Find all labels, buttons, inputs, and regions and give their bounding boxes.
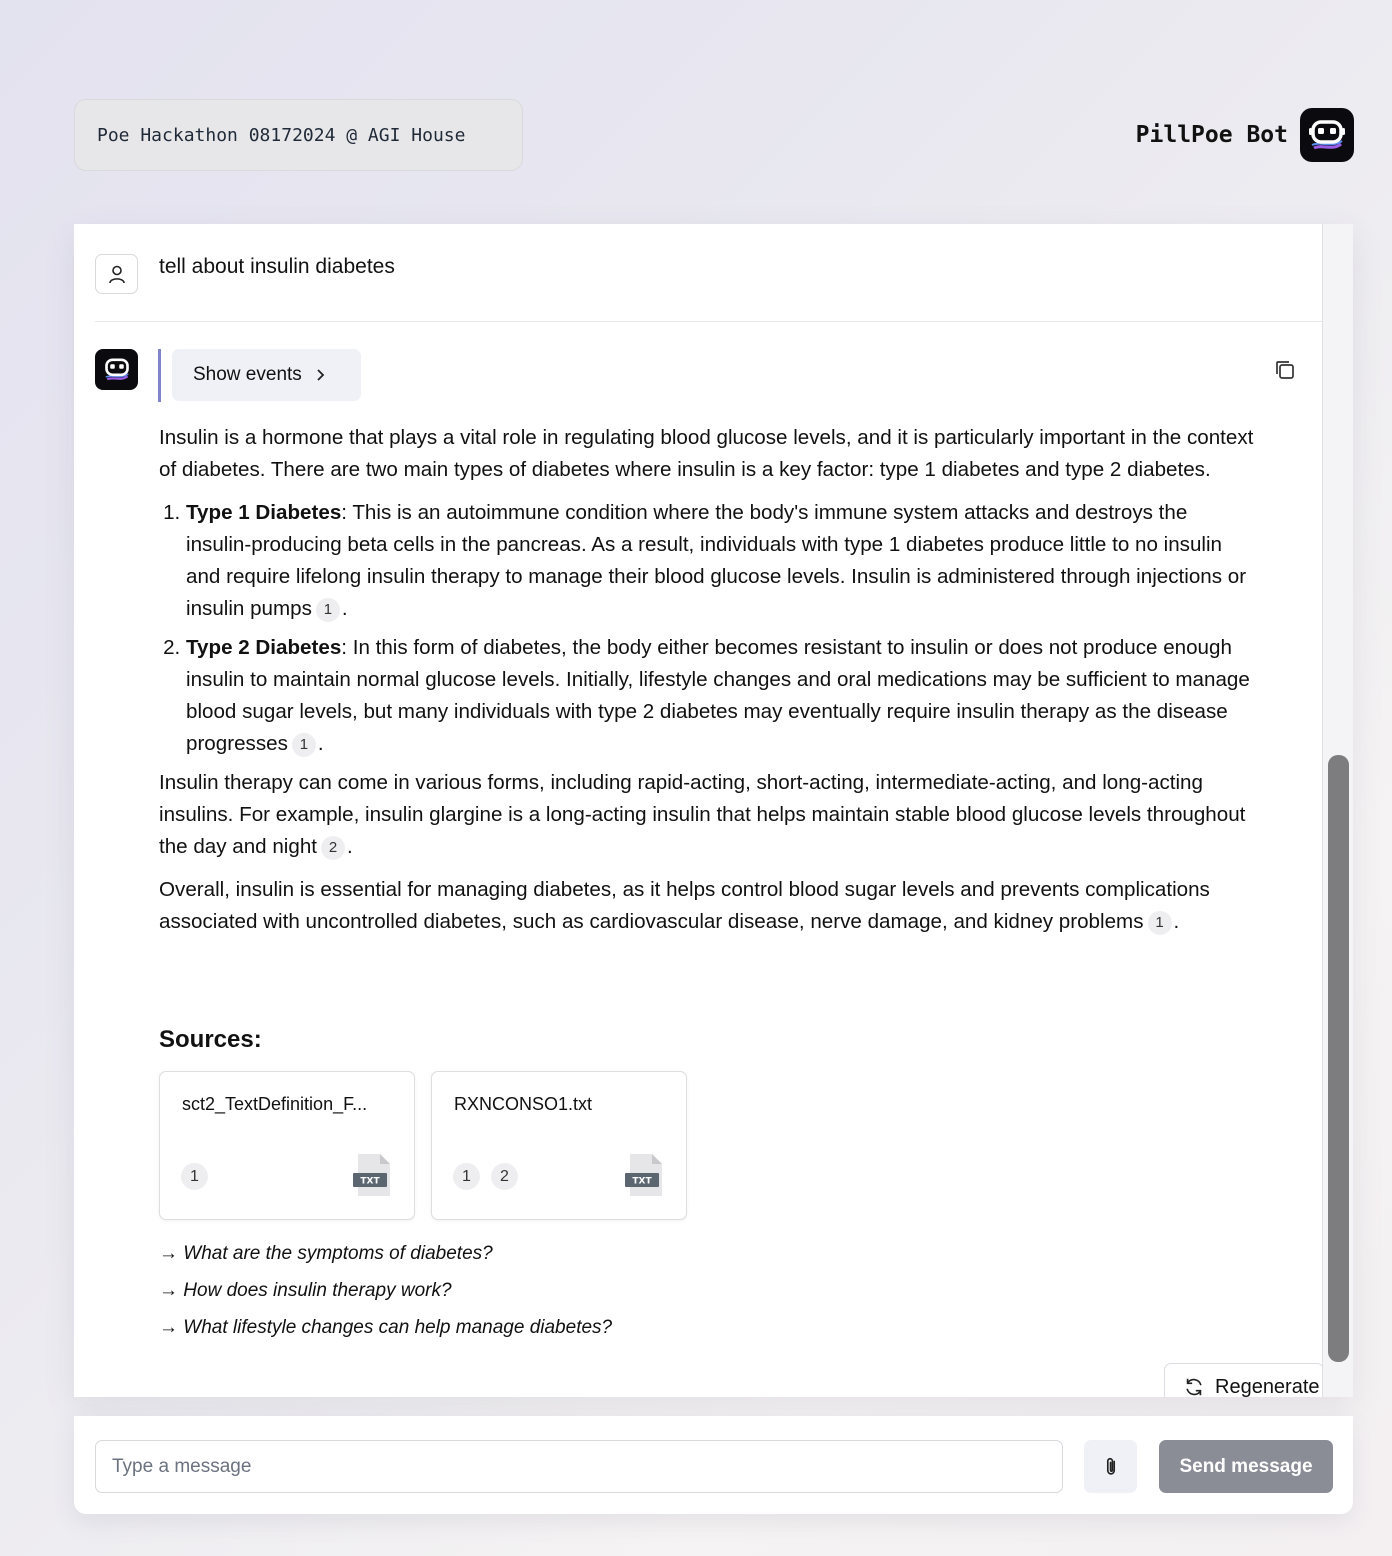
show-events-label: Show events	[193, 364, 302, 385]
event-label-text: Poe Hackathon 08172024 @ AGI House	[97, 124, 466, 146]
paragraph-text: Insulin is a hormone that plays a vital …	[159, 426, 1254, 481]
message-input[interactable]	[95, 1440, 1063, 1493]
citation-badge[interactable]: 1	[181, 1163, 208, 1190]
paperclip-icon	[1106, 1457, 1115, 1475]
txt-file-icon: TXT	[625, 1154, 662, 1196]
txt-file-icon: TXT	[353, 1154, 390, 1196]
user-message-text: tell about insulin diabetes	[159, 255, 395, 278]
refresh-icon	[1186, 1378, 1202, 1396]
followup-suggestions: → What are the symptoms of diabetes? → H…	[159, 1240, 612, 1351]
citation-badge[interactable]: 1	[291, 732, 316, 757]
file-type-label: TXT	[360, 1177, 380, 1187]
source-file-name: RXNCONSO1.txt	[454, 1094, 593, 1114]
answer-paragraph: Insulin therapy can come in various form…	[159, 767, 1254, 863]
diabetes-type-list: Type 1 Diabetes: This is an autoimmune c…	[186, 497, 1254, 760]
paragraph-text: Overall, insulin is essential for managi…	[159, 878, 1210, 933]
citation-badge[interactable]: 1	[1147, 910, 1172, 935]
user-icon	[108, 265, 125, 284]
send-message-button[interactable]: Send message	[1159, 1440, 1333, 1493]
source-citations: 1	[181, 1163, 208, 1190]
bot-answer: Insulin is a hormone that plays a vital …	[159, 422, 1254, 949]
list-item: Type 2 Diabetes: In this form of diabete…	[186, 632, 1254, 760]
bot-header: PillPoe Bot	[1136, 108, 1354, 162]
show-events-button[interactable]: Show events	[172, 349, 361, 401]
source-card[interactable]: RXNCONSO1.txt 1 2 TXT	[431, 1071, 687, 1220]
citation-badge[interactable]: 2	[321, 835, 346, 860]
list-item-title: Type 2 Diabetes	[186, 636, 342, 659]
period: .	[341, 597, 348, 620]
message-divider	[95, 321, 1322, 322]
followup-suggestion[interactable]: → What lifestyle changes can help manage…	[159, 1314, 612, 1351]
scrollbar-thumb[interactable]	[1328, 755, 1349, 1362]
attach-button[interactable]	[1084, 1440, 1137, 1493]
user-avatar	[95, 254, 138, 294]
period: .	[317, 732, 324, 755]
chat-panel: tell about insulin diabetes Show events …	[74, 224, 1353, 1397]
regenerate-button[interactable]: Regenerate	[1164, 1363, 1324, 1397]
robot-chat-icon	[104, 358, 129, 381]
period: .	[1173, 910, 1180, 933]
copy-icon[interactable]	[1273, 358, 1297, 382]
bot-name: PillPoe Bot	[1135, 122, 1288, 148]
bot-logo	[1300, 108, 1354, 162]
event-label: Poe Hackathon 08172024 @ AGI House	[74, 99, 523, 171]
message-composer: Send message	[74, 1416, 1353, 1514]
answer-paragraph: Overall, insulin is essential for managi…	[159, 874, 1254, 938]
list-item-title: Type 1 Diabetes	[186, 501, 342, 524]
period: .	[347, 835, 353, 858]
events-accent-bar	[158, 349, 161, 402]
citation-badge[interactable]: 2	[491, 1163, 518, 1190]
citation-badge[interactable]: 1	[315, 597, 340, 622]
source-file-name: sct2_TextDefinition_F...	[182, 1094, 368, 1114]
file-type-label: TXT	[632, 1177, 652, 1187]
sources-heading: Sources:	[159, 1026, 262, 1053]
citation-badge[interactable]: 1	[453, 1163, 480, 1190]
answer-paragraph: Insulin is a hormone that plays a vital …	[159, 422, 1254, 486]
regenerate-label: Regenerate	[1215, 1375, 1320, 1398]
chevron-right-icon	[317, 369, 325, 381]
list-item-text: : In this form of diabetes, the body eit…	[186, 636, 1250, 755]
source-card[interactable]: sct2_TextDefinition_F... 1 TXT	[159, 1071, 415, 1220]
bot-avatar	[95, 349, 138, 390]
followup-suggestion[interactable]: → What are the symptoms of diabetes?	[159, 1240, 612, 1277]
followup-suggestion[interactable]: → How does insulin therapy work?	[159, 1277, 612, 1314]
list-item: Type 1 Diabetes: This is an autoimmune c…	[186, 497, 1254, 625]
robot-chat-icon	[1309, 120, 1345, 150]
source-citations: 1 2	[453, 1163, 518, 1190]
